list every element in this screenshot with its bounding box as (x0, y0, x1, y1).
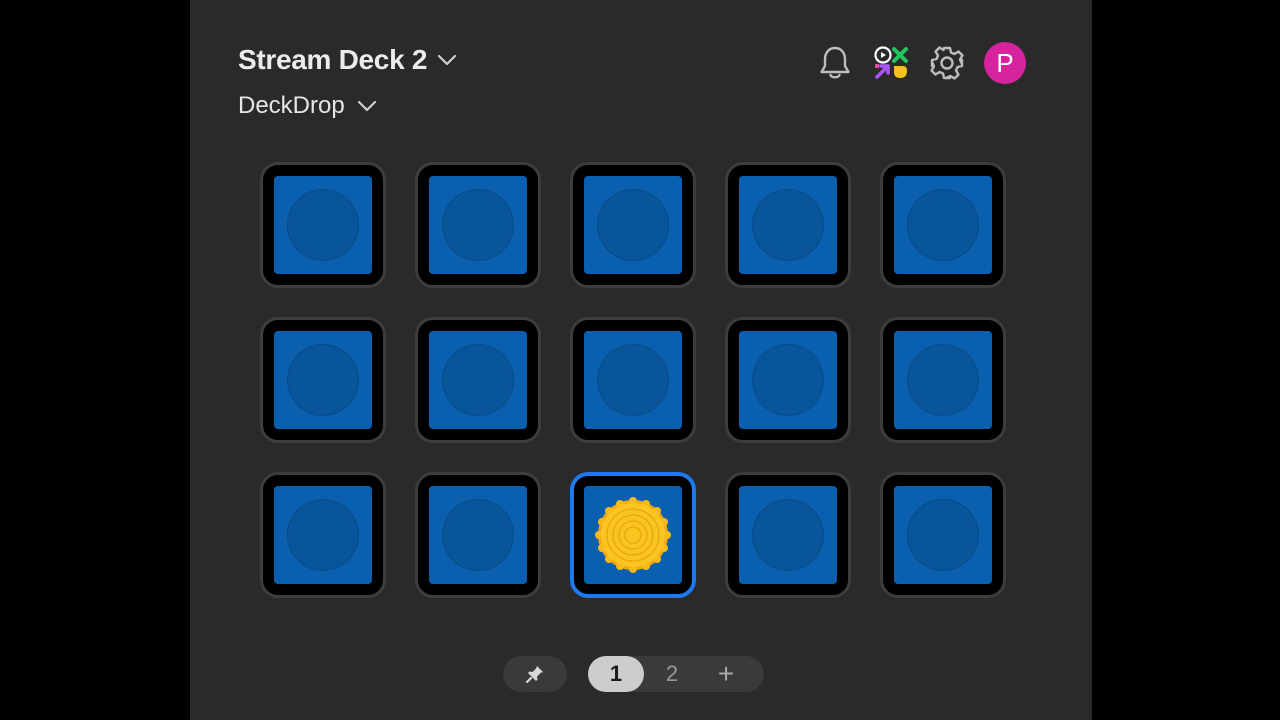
device-selector[interactable]: Stream Deck 2 (238, 44, 457, 76)
empty-key-icon (907, 499, 979, 571)
stream-deck-app-window: Stream Deck 2 DeckDrop P 1 2 + (190, 0, 1092, 720)
add-page-button[interactable]: + (706, 656, 746, 692)
deck-key-14[interactable] (725, 472, 851, 598)
deck-key-2[interactable] (415, 162, 541, 288)
notifications-button[interactable] (816, 42, 854, 84)
empty-key-icon (752, 344, 824, 416)
deck-key-6[interactable] (260, 317, 386, 443)
deck-key-12[interactable] (415, 472, 541, 598)
key-face (894, 176, 992, 274)
deck-key-10[interactable] (880, 317, 1006, 443)
key-face (274, 176, 372, 274)
empty-key-icon (597, 344, 669, 416)
settings-button[interactable] (928, 42, 966, 84)
header-toolbar: P (816, 42, 1026, 84)
key-face (274, 486, 372, 584)
key-grid (260, 162, 1006, 598)
deck-key-5[interactable] (880, 162, 1006, 288)
deck-key-4[interactable] (725, 162, 851, 288)
gear-icon (930, 46, 964, 80)
deck-key-11[interactable] (260, 472, 386, 598)
deck-key-13-selected[interactable] (570, 472, 696, 598)
bell-icon (820, 46, 850, 79)
user-avatar[interactable]: P (984, 42, 1026, 84)
empty-key-icon (752, 499, 824, 571)
key-face (429, 486, 527, 584)
deck-key-7[interactable] (415, 317, 541, 443)
deck-key-3[interactable] (570, 162, 696, 288)
empty-key-icon (907, 189, 979, 261)
key-face (584, 486, 682, 584)
key-face (274, 331, 372, 429)
empty-key-icon (442, 344, 514, 416)
empty-key-icon (907, 344, 979, 416)
chevron-down-icon (357, 100, 376, 112)
empty-key-icon (287, 189, 359, 261)
chevron-down-icon (438, 54, 457, 66)
pin-icon (525, 666, 543, 684)
key-face (584, 176, 682, 274)
key-face (429, 331, 527, 429)
page-tabs: 1 2 + (588, 656, 764, 692)
pin-page-button[interactable] (503, 656, 567, 692)
deck-key-9[interactable] (725, 317, 851, 443)
empty-key-icon (287, 499, 359, 571)
empty-key-icon (442, 189, 514, 261)
deck-key-1[interactable] (260, 162, 386, 288)
page-tab-2[interactable]: 2 (644, 656, 700, 692)
empty-key-icon (287, 344, 359, 416)
profile-name: DeckDrop (238, 92, 345, 119)
key-face (739, 331, 837, 429)
device-name: Stream Deck 2 (238, 44, 428, 75)
key-face (894, 331, 992, 429)
key-face (739, 486, 837, 584)
marketplace-button[interactable] (872, 42, 910, 84)
deck-key-8[interactable] (570, 317, 696, 443)
gold-coin-icon (595, 497, 671, 573)
profile-selector[interactable]: DeckDrop (238, 92, 377, 120)
empty-key-icon (442, 499, 514, 571)
empty-key-icon (597, 189, 669, 261)
page-controls: 1 2 + (503, 656, 764, 692)
empty-key-icon (752, 189, 824, 261)
key-face (584, 331, 682, 429)
key-face (739, 176, 837, 274)
deck-key-15[interactable] (880, 472, 1006, 598)
marketplace-icon (874, 46, 908, 79)
page-tab-1[interactable]: 1 (588, 656, 644, 692)
key-face (429, 176, 527, 274)
key-face (894, 486, 992, 584)
